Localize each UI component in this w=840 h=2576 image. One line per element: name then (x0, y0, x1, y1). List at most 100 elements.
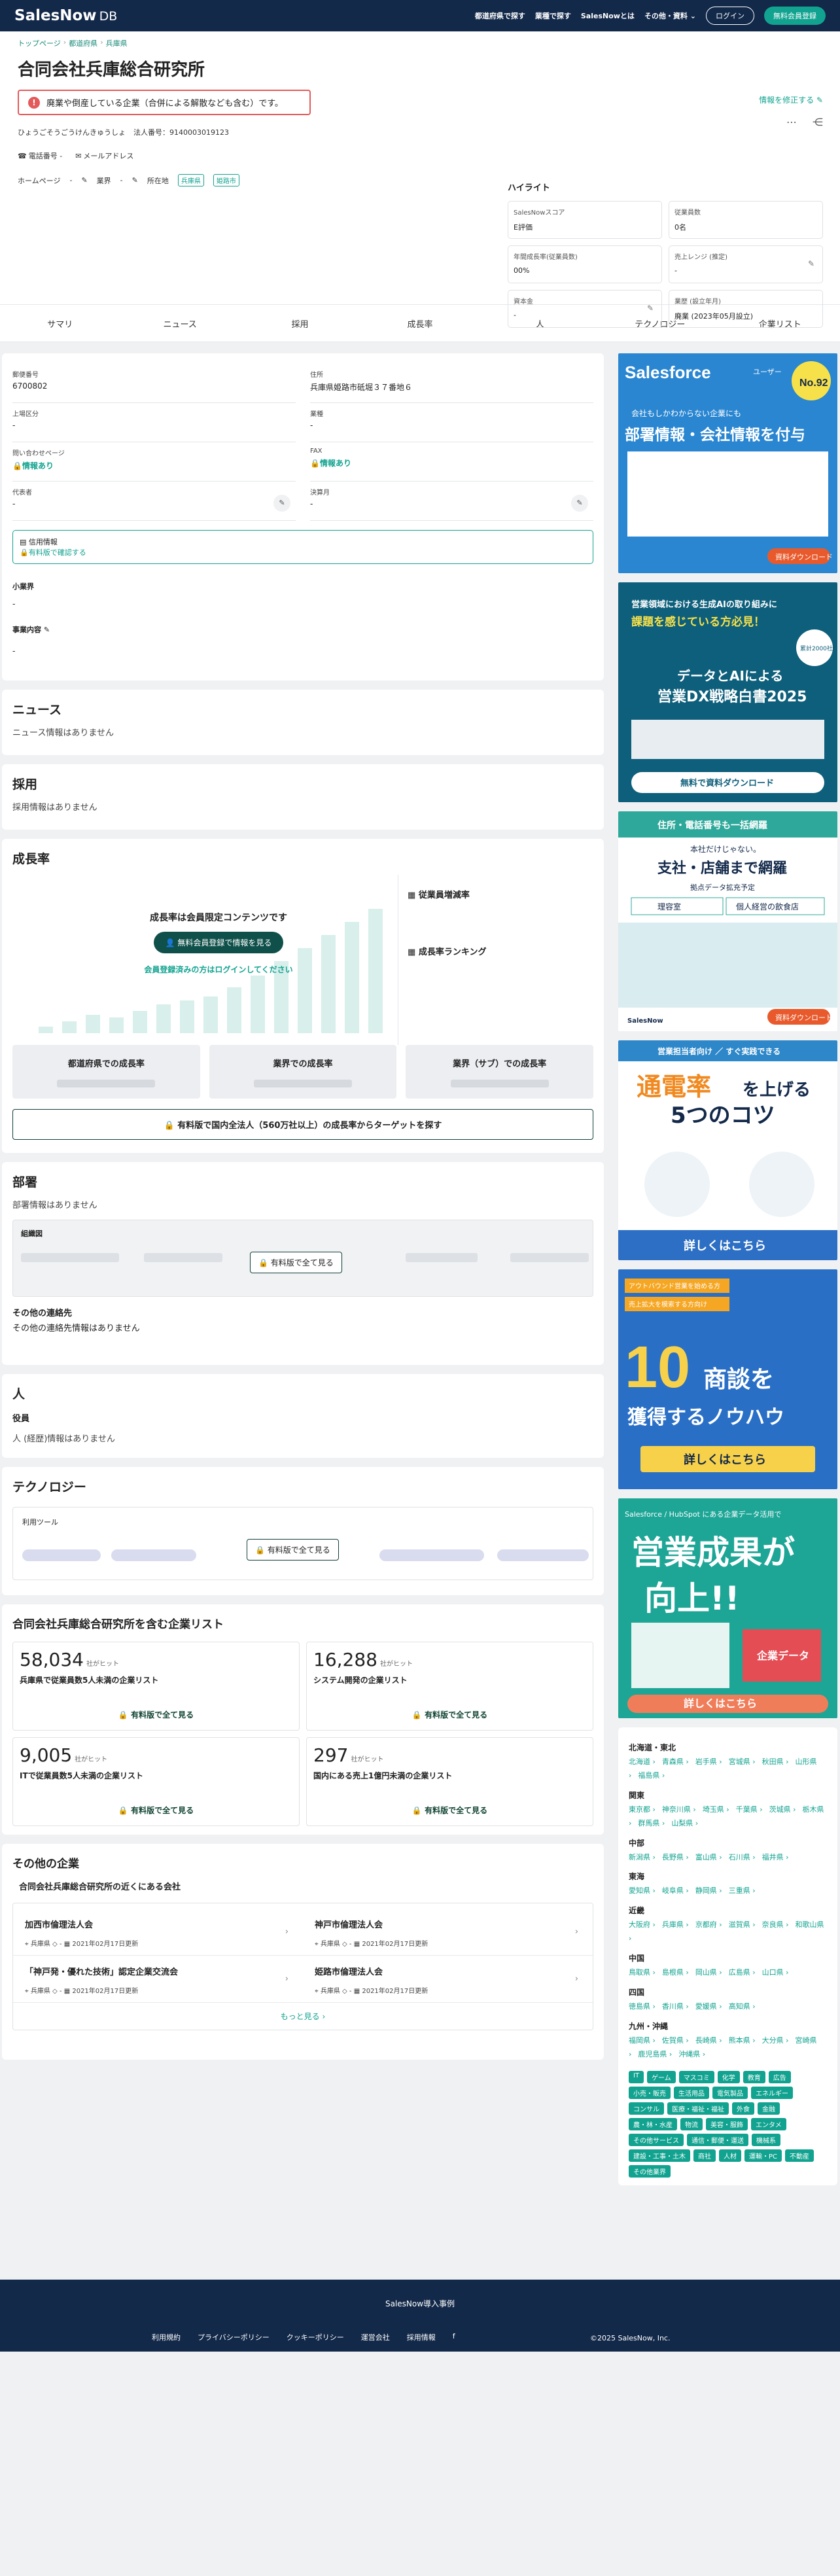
industry-chip[interactable]: 不動産 (785, 2149, 814, 2162)
facebook-icon[interactable]: f (453, 2332, 455, 2342)
prefecture-link[interactable]: 石川県 › (729, 1853, 756, 1861)
prefecture-link[interactable]: 長崎県 › (695, 2036, 722, 2045)
other-company[interactable]: 加西市倫理法人会 ⌖ 兵庫県 ◇ - ▦ 2021年02月17日更新 › (13, 1909, 303, 1956)
prefecture-link[interactable]: 千葉県 › (736, 1805, 763, 1814)
fax-link[interactable]: 🔒情報あり (310, 457, 593, 468)
breadcrumb-hyogo[interactable]: 兵庫県 (106, 38, 128, 48)
ad-dx-whitepaper[interactable]: 営業領域における生成AIの取り組みに 課題を感じている方必見！ 累計2000社以… (618, 582, 837, 802)
login-link[interactable]: 会員登録済みの方はログインしてください (111, 964, 326, 975)
share-icon[interactable]: ⋲ (813, 116, 823, 128)
ad-salesforce[interactable]: Salesforce ユーザー No.92 会社もしかわからない企業にも 部署情… (618, 353, 837, 573)
prefecture-link[interactable]: 新潟県 › (629, 1853, 656, 1861)
prefecture-link[interactable]: 三重県 › (729, 1886, 756, 1895)
other-company[interactable]: 姫路市倫理法人会 ⌖ 兵庫県 ◇ - ▦ 2021年02月17日更新 › (303, 1956, 593, 2003)
industry-chip[interactable]: 医療・福祉・福祉 (667, 2102, 729, 2115)
prefecture-link[interactable]: 奈良県 › (762, 1920, 789, 1929)
industry-chip[interactable]: ゲーム (647, 2070, 676, 2083)
prefecture-link[interactable]: 埼玉県 › (703, 1805, 729, 1814)
prefecture-link[interactable]: 茨城県 › (769, 1805, 796, 1814)
tools-paid-button[interactable]: 🔒 有料版で全て見る (247, 1539, 339, 1561)
prefecture-link[interactable]: 長野県 › (662, 1853, 689, 1861)
prefecture-link[interactable]: 佐賀県 › (662, 2036, 689, 2045)
prefecture-link[interactable]: 鹿児島県 › (638, 2050, 672, 2058)
tab-growth[interactable]: 成長率 (360, 317, 480, 330)
prefecture-link[interactable]: 高知県 › (729, 2002, 756, 2011)
prefecture-link[interactable]: 青森県 › (662, 1757, 689, 1766)
prefecture-link[interactable]: 鳥取県 › (629, 1968, 656, 1977)
list-paid-button[interactable]: 🔒 有料版で全て見る (313, 1709, 586, 1720)
industry-chip[interactable]: 化学 (717, 2070, 740, 2083)
company-link[interactable]: 姫路市倫理法人会 (315, 1965, 581, 1977)
industry-chip[interactable]: 商社 (693, 2149, 716, 2162)
prefecture-link[interactable]: 愛知県 › (629, 1886, 656, 1895)
breadcrumb-top[interactable]: トップページ (18, 38, 61, 48)
other-company[interactable]: 「神戸発・優れた技術」認定企業交流会 ⌖ 兵庫県 ◇ - ▦ 2021年02月17… (13, 1956, 303, 2003)
industry-chip[interactable]: 通信・郵便・運送 (687, 2133, 748, 2146)
more-link[interactable]: もっと見る › (13, 2003, 593, 2024)
prefecture-link[interactable]: 岩手県 › (695, 1757, 722, 1766)
ad-call-tips[interactable]: 営業担当者向け ／ すぐ実践できる 通電率 を上げる 5つのコツ 詳しくはこちら (618, 1040, 837, 1260)
industry-chip[interactable]: 建設・工事・土木 (629, 2149, 690, 2162)
prefecture-link[interactable]: 山口県 › (762, 1968, 789, 1977)
more-icon[interactable]: ⋯ (786, 116, 797, 128)
other-company[interactable]: 神戸市倫理法人会 ⌖ 兵庫県 ◇ - ▦ 2021年02月17日更新 › (303, 1909, 593, 1956)
prefecture-link[interactable]: 静岡県 › (695, 1886, 722, 1895)
industry-chip[interactable]: その他業界 (629, 2164, 671, 2178)
footer-cookie[interactable]: クッキーポリシー (287, 2332, 344, 2342)
nav-industry[interactable]: 業種で探す (535, 10, 571, 21)
prefecture-link[interactable]: 群馬県 › (638, 1819, 665, 1827)
company-link[interactable]: 加西市倫理法人会 (25, 1918, 291, 1930)
list-paid-button[interactable]: 🔒 有料版で全て見る (20, 1805, 292, 1816)
footer-case-link[interactable]: SalesNow導入事例 (0, 2280, 840, 2309)
inquiry-link[interactable]: 🔒情報あり (12, 460, 296, 471)
prefecture-link[interactable]: 宮城県 › (729, 1757, 756, 1766)
prefecture-link[interactable]: 富山県 › (695, 1853, 722, 1861)
prefecture-link[interactable]: 香川県 › (662, 2002, 689, 2011)
pencil-icon[interactable]: ✎ (81, 176, 87, 185)
location-tag[interactable]: 兵庫県 (177, 174, 204, 186)
location-tag[interactable]: 姫路市 (213, 174, 239, 186)
fix-info-link[interactable]: 情報を修正する ✎ (759, 94, 823, 105)
prefecture-link[interactable]: 滋賀県 › (729, 1920, 756, 1929)
prefecture-link[interactable]: 秋田県 › (762, 1757, 789, 1766)
industry-chip[interactable]: マスコミ (678, 2070, 714, 2083)
tab-news[interactable]: ニュース (120, 317, 239, 330)
industry-chip[interactable]: 人材 (719, 2149, 741, 2162)
prefecture-link[interactable]: 福井県 › (762, 1853, 789, 1861)
prefecture-link[interactable]: 和歌山県 › (629, 1920, 824, 1943)
register-cta-button[interactable]: 👤 無料会員登録で情報を見る (153, 932, 284, 953)
pencil-icon[interactable]: ✎ (273, 495, 290, 512)
pencil-icon[interactable]: ✎ (647, 304, 654, 313)
prefecture-link[interactable]: 愛媛県 › (695, 2002, 722, 2011)
prefecture-link[interactable]: 兵庫県 › (662, 1920, 689, 1929)
prefecture-link[interactable]: 山梨県 › (671, 1819, 698, 1827)
tab-summary[interactable]: サマリ (0, 317, 120, 330)
pencil-icon[interactable]: ✎ (571, 495, 588, 512)
prefecture-link[interactable]: 大分県 › (762, 2036, 789, 2045)
industry-chip[interactable]: エネルギー (751, 2086, 793, 2099)
industry-chip[interactable]: 金融 (758, 2102, 780, 2115)
ad-sales-results[interactable]: Salesforce / HubSpot にある企業データ活用で 営業成果が 向… (618, 1498, 837, 1718)
footer-recruit[interactable]: 採用情報 (407, 2332, 436, 2342)
industry-chip[interactable]: 美容・服飾 (706, 2117, 748, 2130)
industry-chip[interactable]: 運輸・PC (744, 2149, 782, 2162)
prefecture-link[interactable]: 沖縄県 › (678, 2050, 705, 2058)
nav-more[interactable]: その他・資料 ⌄ (644, 10, 696, 21)
prefecture-link[interactable]: 北海道 › (629, 1757, 656, 1766)
prefecture-link[interactable]: 熊本県 › (729, 2036, 756, 2045)
industry-chip[interactable]: 機械系 (752, 2133, 780, 2146)
ad-10-meetings[interactable]: アウトバウンド営業を始める方 売上拡大を模索する方向け 10 商談を 獲得するノ… (618, 1269, 837, 1489)
industry-chip[interactable]: 生活用品 (674, 2086, 709, 2099)
company-link[interactable]: 「神戸発・優れた技術」認定企業交流会 (25, 1965, 291, 1977)
industry-chip[interactable]: 小売・販売 (629, 2086, 671, 2099)
register-button[interactable]: 無料会員登録 (764, 7, 826, 25)
industry-chip[interactable]: 外食 (732, 2102, 754, 2115)
prefecture-link[interactable]: 京都府 › (695, 1920, 722, 1929)
footer-company[interactable]: 運営会社 (361, 2332, 390, 2342)
login-button[interactable]: ログイン (706, 7, 754, 25)
industry-chip[interactable]: 物流 (680, 2117, 703, 2130)
org-paid-button[interactable]: 🔒 有料版で全て見る (250, 1252, 342, 1273)
list-paid-button[interactable]: 🔒 有料版で全て見る (313, 1805, 586, 1816)
logo[interactable]: SalesNow DB (14, 7, 117, 24)
pencil-icon[interactable]: ✎ (44, 626, 50, 634)
